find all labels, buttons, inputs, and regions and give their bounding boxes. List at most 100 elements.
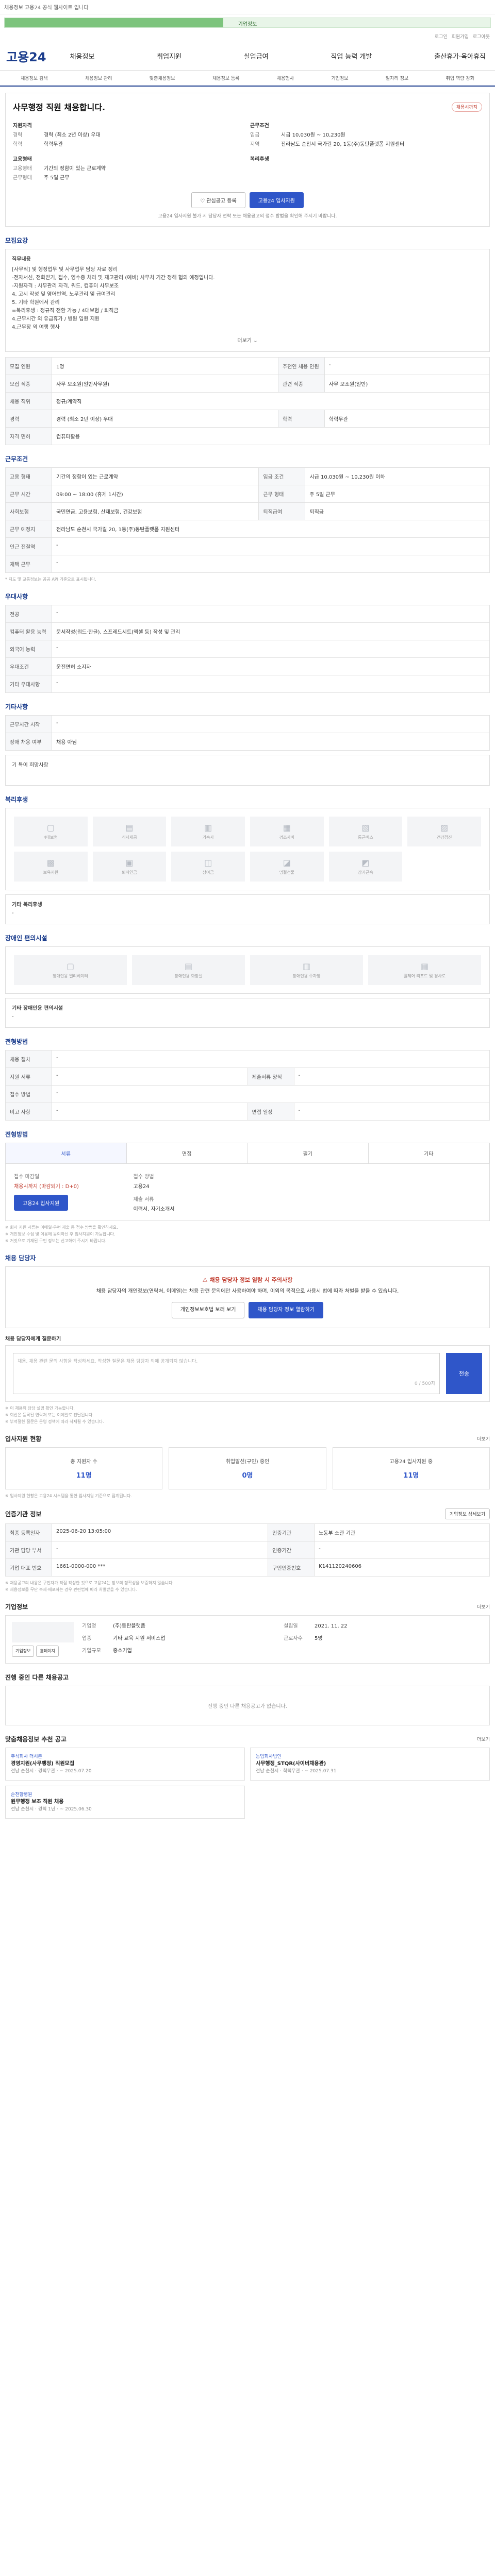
welfare-item-label: 장애인용 엘리베이터 xyxy=(53,974,88,978)
corp-more-link[interactable]: 더보기 xyxy=(477,1603,490,1610)
table-row: 최종 등록일자 2025-06-20 13:05:00 인증기관 노동부 소관 기관 xyxy=(5,1523,490,1541)
apply-title: 전형방법 xyxy=(5,1131,28,1138)
top-notice-text: 채용정보 고용24 공식 웹사이트 입니다 xyxy=(4,5,89,11)
table-value: 1명 xyxy=(52,357,278,375)
kv-key: 지역 xyxy=(250,142,260,147)
table-key: 장애 채용 여부 xyxy=(5,733,52,751)
recommend-card[interactable]: 농업회사법인 사무행정_STQR(사이버채용관) 전남 순천시 · 학력무관 · ~… xyxy=(250,1748,490,1781)
subnav-item[interactable]: 채용정보 등록 xyxy=(212,75,240,81)
nav-item-training[interactable]: 직업 능력 개발 xyxy=(327,49,375,63)
table-value: - xyxy=(52,1085,490,1103)
table-value: 기간의 정함이 있는 근로계약 xyxy=(51,467,259,485)
subnav-item[interactable]: 맞춤채용정보 xyxy=(150,75,175,81)
logo[interactable]: 고용24 xyxy=(6,47,46,65)
tab-document[interactable]: 서류 xyxy=(6,1143,127,1163)
subnav-item[interactable]: 취업 역량 강화 xyxy=(446,75,474,81)
table-row: 지원 서류 - 제출서류 양식 - xyxy=(5,1067,490,1086)
apply-button[interactable]: 고용24 입사지원 xyxy=(249,192,304,208)
company-detail-button[interactable]: 기업정보 상세보기 xyxy=(444,1509,490,1519)
nav-item-jobs[interactable]: 채용정보 xyxy=(67,49,98,63)
duty-text: [사무직] 및 행정업무 및 사무업무 담당 자료 정리 -전자서신, 전화받기… xyxy=(12,267,215,330)
table-value: 컴퓨터활용 xyxy=(52,427,490,445)
interest-button[interactable]: ♡ 관심공고 등록 xyxy=(191,192,245,208)
similar-title: 진행 중인 다른 채용공고 xyxy=(5,1674,69,1681)
table-value: 정규/계약직 xyxy=(52,392,490,410)
welfare-extra-value: - xyxy=(12,910,14,916)
deadline-label: 접수 마감일 xyxy=(14,1174,40,1180)
send-button[interactable]: 전송 xyxy=(446,1353,482,1394)
apply-note: 고용24 입사지원 불가 시 담당자 연락 또는 채용공고의 접수 방법을 확인… xyxy=(158,214,337,219)
progress-fill xyxy=(5,18,223,27)
kv-value: 주 5일 근무 xyxy=(44,175,70,181)
question-textarea[interactable]: 채용, 채용 관련 문의 사항을 작성하세요. 작성한 질문은 채용 담당자 외… xyxy=(13,1353,440,1394)
table-key: 인증기간 xyxy=(268,1541,315,1559)
deadline-badge: 채용시까지 xyxy=(451,101,482,112)
table-key: 근무시간 시작 xyxy=(5,715,52,733)
corp-size: 중소기업 xyxy=(113,1648,132,1654)
table-row: 채용 절차 - xyxy=(5,1050,490,1068)
corp-info-button[interactable]: 기업정보 xyxy=(12,1646,35,1657)
table-row: 고용 형태 기간의 정함이 있는 근로계약 임금 조건 시급 10,030원 ~ 10… xyxy=(5,467,490,485)
recommend-card[interactable]: 주식회사 더시즌 경영지원(사무행정) 직원모집 전남 순천시 · 경력무관 · ~… xyxy=(5,1748,245,1781)
util-login[interactable]: 로그인 xyxy=(435,33,448,40)
status-more-link[interactable]: 더보기 xyxy=(477,1435,490,1442)
preference-table: 전공 - 컴퓨터 활용 능력 문서작성(워드·한글), 스프레드시트(엑셀 등) 작성… xyxy=(5,605,490,693)
table-row: 모집 인원 1명 추천인 채용 인원 - xyxy=(5,357,490,375)
method-label: 접수 방법 xyxy=(133,1174,154,1180)
view-contact-button[interactable]: 채용 담당자 정보 열람하기 xyxy=(249,1302,324,1318)
stat-card: 취업알선(구인) 중인 0명 xyxy=(169,1447,326,1489)
corp-box: 기업정보 홈페이지 기업명 (주)동탄플랫폼 설립일 2021. 11. 22 업종… xyxy=(5,1615,490,1664)
table-key: 우대조건 xyxy=(5,657,52,675)
subnav-item[interactable]: 채용정보 관리 xyxy=(85,75,112,81)
subnav-item[interactable]: 일자리 정보 xyxy=(386,75,408,81)
table-value: 퇴직금 xyxy=(305,502,490,520)
recommend-more-link[interactable]: 더보기 xyxy=(477,1736,490,1742)
welfare-item-label: 상여금 xyxy=(202,870,214,875)
tab-interview[interactable]: 면접 xyxy=(127,1143,248,1163)
table-value: 사무 보조원(일반) xyxy=(324,375,490,393)
apply-note-line: ※ 회사 지원 서류는 이메일·우편 제출 등 접수 방법을 확인하세요. xyxy=(5,1225,118,1230)
subnav-item[interactable]: 채용행사 xyxy=(277,75,294,81)
subnav-item[interactable]: 기업정보 xyxy=(331,75,348,81)
table-key: 근무 시간 xyxy=(5,485,52,503)
table-row: 컴퓨터 활용 능력 문서작성(워드·한글), 스프레드시트(엑셀 등) 작성 및 … xyxy=(5,622,490,640)
apply-button-2[interactable]: 고용24 입사지원 xyxy=(14,1195,69,1211)
table-row: 기타 우대사항 - xyxy=(5,675,490,693)
more-button[interactable]: 더보기 ⌄ xyxy=(12,337,483,345)
table-value: 채용 아님 xyxy=(52,733,490,751)
dorm-icon: ▥ xyxy=(204,823,212,833)
stat-value: 11명 xyxy=(76,1472,92,1480)
table-key: 근무 예정지 xyxy=(5,520,52,538)
table-row: 우대조건 운전면허 소지자 xyxy=(5,657,490,675)
stat-label: 취업알선(구인) 중인 xyxy=(225,1459,270,1465)
nav-item-support[interactable]: 취업지원 xyxy=(154,49,185,63)
util-logout[interactable]: 로그아웃 xyxy=(473,33,490,40)
homepage-button[interactable]: 홈페이지 xyxy=(36,1646,59,1657)
table-value: K141120240606 xyxy=(314,1558,490,1577)
welfare-item-label: 명절선물 xyxy=(279,870,295,875)
kv-key: 근로자수 xyxy=(284,1636,303,1641)
allowance-icon: ◪ xyxy=(283,858,291,868)
bus-icon: ▤ xyxy=(125,823,134,833)
process-title: 전형방법 xyxy=(5,1038,28,1045)
util-join[interactable]: 회원가입 xyxy=(452,33,469,40)
table-key: 인근 전철역 xyxy=(5,537,52,555)
privacy-law-button[interactable]: 개인정보보호법 보러 보기 xyxy=(171,1302,245,1318)
table-key: 전공 xyxy=(5,605,52,623)
apply-box: 서류 면접 필기 기타 접수 마감일 채용시까지 (마감되기 : D+0) 고용… xyxy=(5,1143,490,1221)
tab-written[interactable]: 필기 xyxy=(248,1143,369,1163)
table-key: 구인인증번호 xyxy=(268,1558,315,1577)
corp-founded: 2021. 11. 22 xyxy=(315,1623,348,1629)
more-label: 더보기 xyxy=(237,338,252,344)
progress-label: 기업정보 xyxy=(238,22,257,27)
table-value: 국민연금, 고용보험, 산재보험, 건강보험 xyxy=(51,502,259,520)
recommend-card[interactable]: 순천향병원 원무행정 보조 직원 채용 전남 순천시 · 경력 1년 · ~ 202… xyxy=(5,1786,245,1819)
subnav-item[interactable]: 채용정보 검색 xyxy=(21,75,48,81)
health-icon: ▨ xyxy=(440,823,449,833)
table-row: 접수 방법 - xyxy=(5,1085,490,1103)
nav-item-leave[interactable]: 출산휴가·육아휴직 xyxy=(431,49,489,63)
note-label: 기 특이 희망사항 xyxy=(12,762,48,768)
nav-item-benefit[interactable]: 실업급여 xyxy=(241,49,272,63)
tab-etc[interactable]: 기타 xyxy=(369,1143,489,1163)
table-key: 최종 등록일자 xyxy=(5,1523,52,1541)
